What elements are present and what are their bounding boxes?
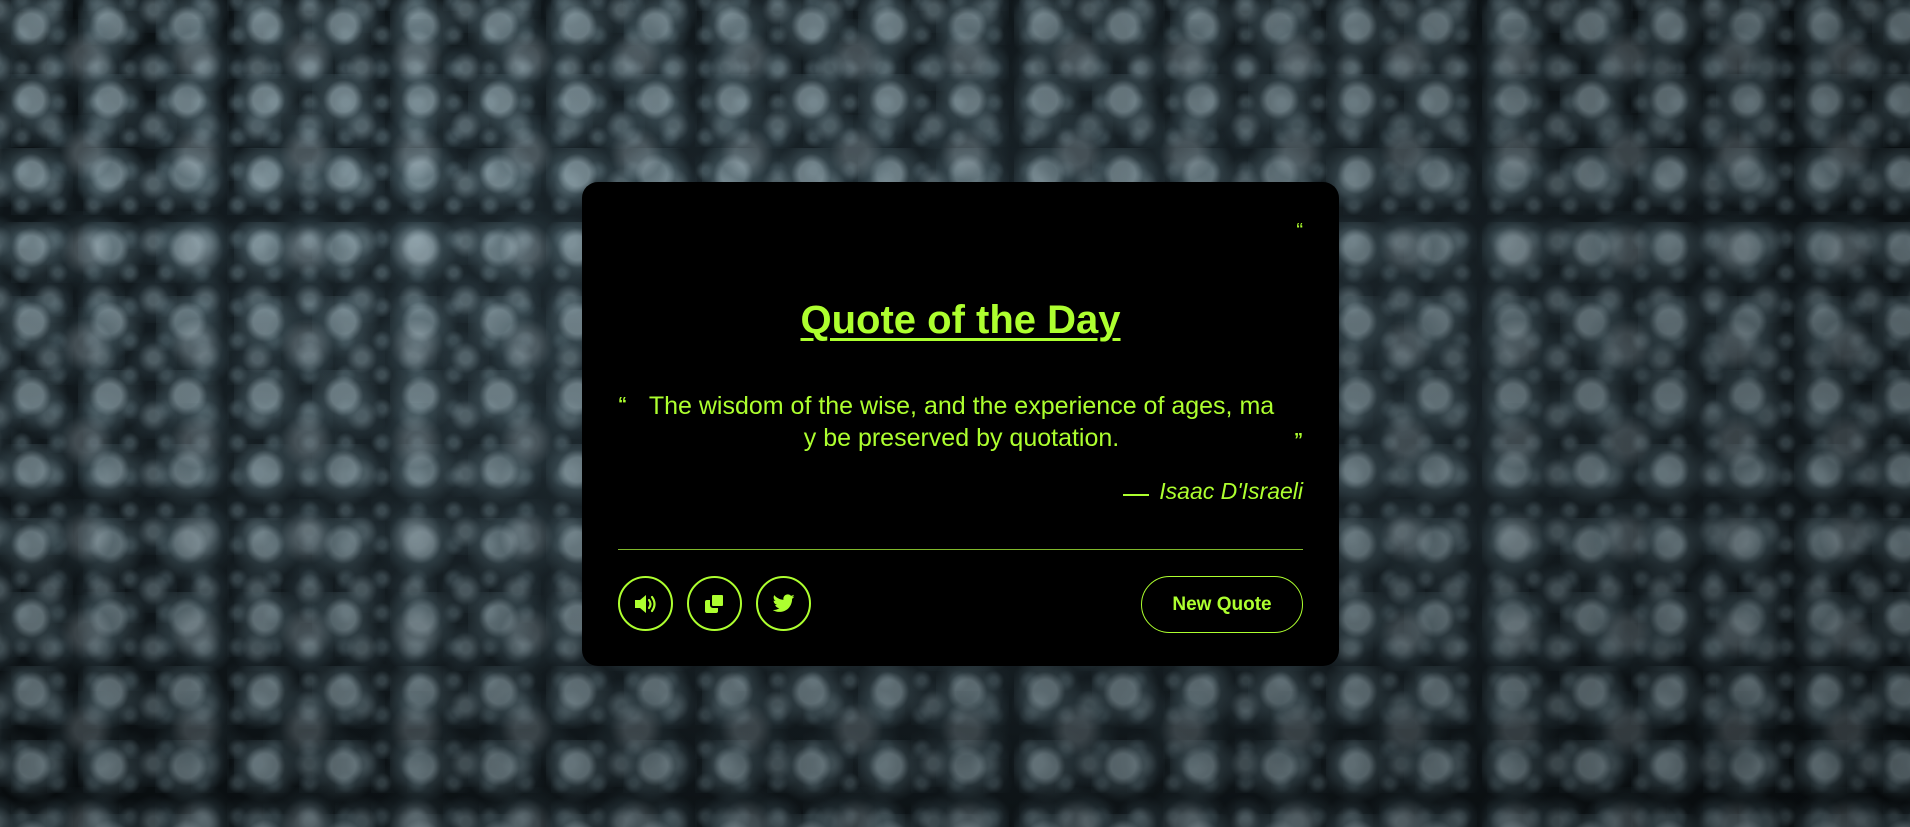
corner-quote-mark: “ <box>1296 220 1303 242</box>
copy-button[interactable] <box>687 576 742 631</box>
new-quote-button[interactable]: New Quote <box>1141 576 1303 633</box>
twitter-icon <box>772 594 795 613</box>
quote-block: “ The wisdom of the wise, and the experi… <box>618 390 1303 454</box>
close-quote-icon: ” <box>1294 430 1303 450</box>
author-name: Isaac D'Israeli <box>1159 478 1303 504</box>
tweet-button[interactable] <box>756 576 811 631</box>
open-quote-icon: “ <box>618 394 627 414</box>
quote-card: “ Quote of the Day “ The wisdom of the w… <box>582 182 1339 666</box>
action-buttons <box>618 576 811 631</box>
author-line: Isaac D'Israeli <box>1123 478 1303 505</box>
speak-button[interactable] <box>618 576 673 631</box>
quote-text: The wisdom of the wise, and the experien… <box>648 392 1275 452</box>
volume-icon <box>633 593 659 615</box>
copy-icon <box>704 592 726 615</box>
page-title: Quote of the Day <box>800 298 1121 342</box>
divider <box>618 549 1303 550</box>
author-dash <box>1123 493 1150 496</box>
